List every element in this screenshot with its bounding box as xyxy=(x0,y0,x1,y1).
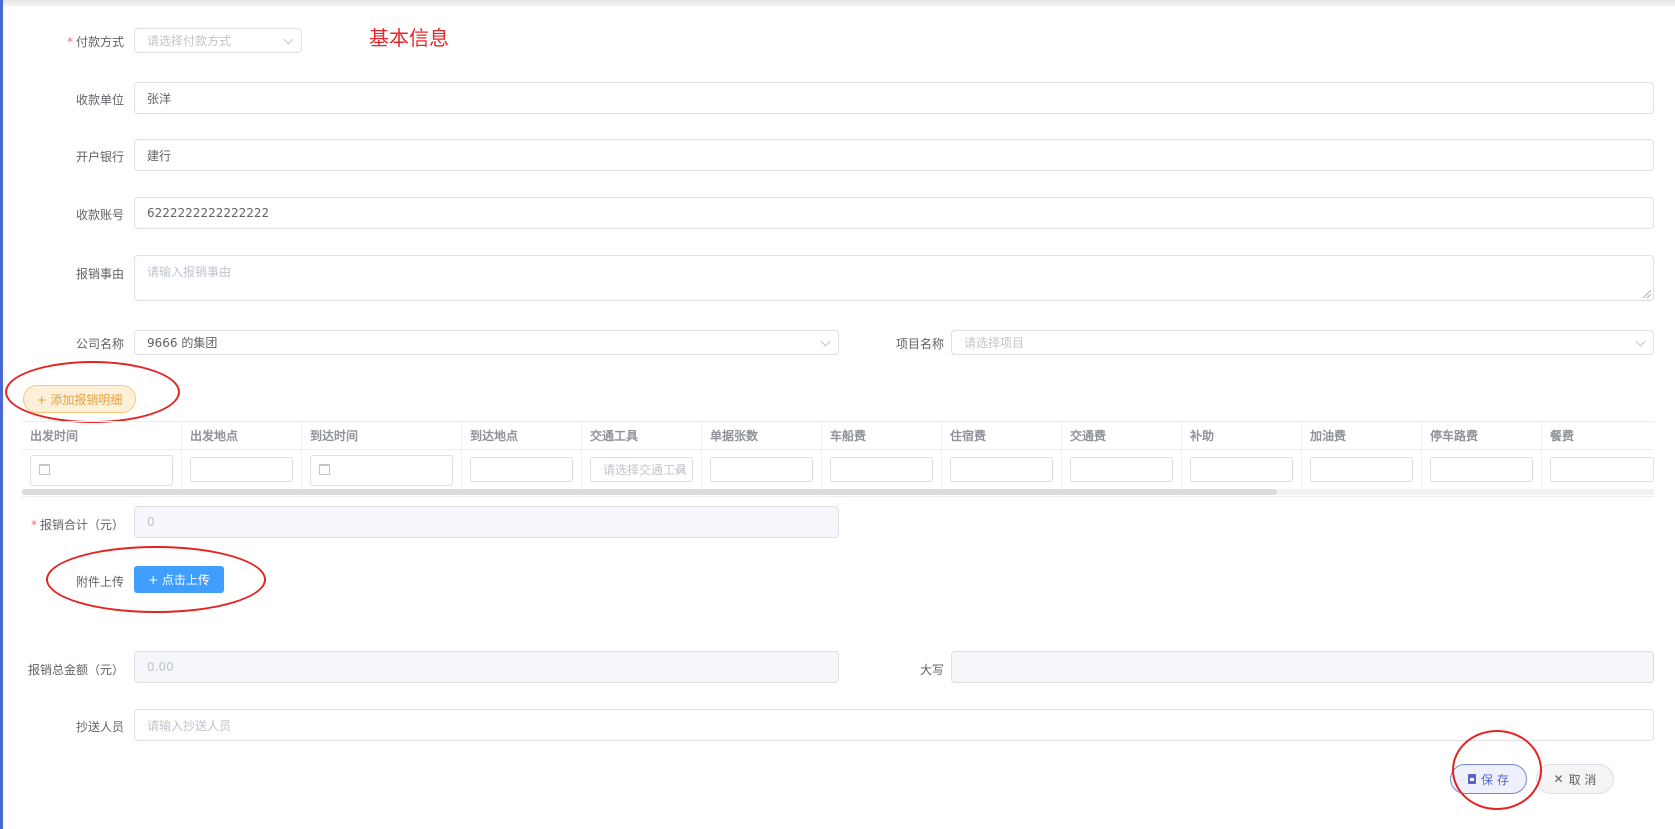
payment-method-label: * 付款方式 xyxy=(66,35,124,49)
add-detail-button[interactable]: + 添加报销明细 xyxy=(23,385,136,413)
departure-time-picker[interactable] xyxy=(30,455,173,486)
transport-fee-input[interactable] xyxy=(1070,457,1173,482)
fare-input[interactable] xyxy=(830,457,933,482)
column-header: 交通费 xyxy=(1062,421,1182,449)
payment-method-select[interactable]: 请选择付款方式 xyxy=(134,28,302,53)
lodging-input[interactable] xyxy=(950,457,1053,482)
table-cell xyxy=(22,449,182,489)
table-cell xyxy=(1542,449,1654,489)
project-select[interactable]: 请选择项目 xyxy=(951,330,1654,355)
project-placeholder: 请选择项目 xyxy=(964,336,1025,350)
cancel-label: 取 消 xyxy=(1568,772,1597,787)
subsidy-input[interactable] xyxy=(1190,457,1293,482)
detail-table: 出发时间 出发地点 到达时间 到达地点 交通工具 单据张数 车船费 住宿费 交通… xyxy=(22,421,1654,497)
table-cell xyxy=(462,449,582,489)
payee-label: 收款单位 xyxy=(75,93,124,107)
table-cell: 请选择交通工具 xyxy=(582,449,702,489)
resize-handle-icon[interactable] xyxy=(1643,290,1651,298)
table-scrollbar-thumb[interactable] xyxy=(22,489,1277,495)
cancel-button[interactable]: ✕ 取 消 xyxy=(1536,764,1614,794)
arrival-time-picker[interactable] xyxy=(310,455,453,486)
table-cell xyxy=(302,449,462,489)
column-header: 车船费 xyxy=(822,421,942,449)
total-value: 0 xyxy=(147,515,155,529)
column-header: 出发时间 xyxy=(22,421,182,449)
upload-button[interactable]: + 点击上传 xyxy=(134,566,224,593)
project-label: 项目名称 xyxy=(895,337,944,351)
fuel-input[interactable] xyxy=(1310,457,1413,482)
bank-input[interactable]: 建行 xyxy=(134,139,1654,171)
top-border xyxy=(3,0,1675,6)
total-label: * 报销合计（元） xyxy=(30,518,124,532)
transport-select[interactable]: 请选择交通工具 xyxy=(590,457,693,482)
parking-toll-input[interactable] xyxy=(1430,457,1533,482)
cc-input[interactable]: 请输入抄送人员 xyxy=(134,709,1654,741)
chevron-down-icon xyxy=(1635,336,1646,347)
column-header: 交通工具 xyxy=(582,421,702,449)
arrival-place-input[interactable] xyxy=(470,457,573,482)
table-cell xyxy=(1422,449,1542,489)
attachment-label: 附件上传 xyxy=(75,575,124,589)
close-icon: ✕ xyxy=(1553,772,1564,786)
company-select[interactable]: 9666 的集团 xyxy=(134,330,839,355)
left-border xyxy=(0,0,3,829)
bank-value: 建行 xyxy=(147,148,172,163)
company-value: 9666 的集团 xyxy=(147,336,218,350)
document-icon xyxy=(1468,774,1477,784)
account-label: 收款账号 xyxy=(75,208,124,222)
calendar-icon xyxy=(319,464,330,475)
page: * 付款方式 请选择付款方式 基本信息 收款单位 张洋 开户银行 建行 收款账号 … xyxy=(0,0,1675,829)
column-header: 餐费 xyxy=(1542,421,1654,449)
column-header: 停车路费 xyxy=(1422,421,1542,449)
column-header: 补助 xyxy=(1182,421,1302,449)
payee-value: 张洋 xyxy=(147,91,172,106)
capital-label: 大写 xyxy=(919,663,944,677)
meal-input[interactable] xyxy=(1550,457,1654,482)
grand-total-input: 0.00 xyxy=(134,651,839,683)
section-title: 基本信息 xyxy=(369,26,449,50)
reason-textarea[interactable]: 请输入报销事由 xyxy=(134,255,1654,301)
column-header: 加油费 xyxy=(1302,421,1422,449)
company-label: 公司名称 xyxy=(75,337,124,351)
column-header: 出发地点 xyxy=(182,421,302,449)
account-value: 6222222222222222 xyxy=(147,206,270,220)
total-input: 0 xyxy=(134,506,839,538)
column-header: 单据张数 xyxy=(702,421,822,449)
chevron-down-icon xyxy=(283,34,294,45)
capital-input xyxy=(951,651,1654,683)
payment-method-placeholder: 请选择付款方式 xyxy=(147,34,232,48)
table-cell xyxy=(1302,449,1422,489)
payee-input[interactable]: 张洋 xyxy=(134,82,1654,114)
table-cell xyxy=(942,449,1062,489)
column-header: 到达时间 xyxy=(302,421,462,449)
table-cell xyxy=(182,449,302,489)
calendar-icon xyxy=(39,464,50,475)
save-button[interactable]: 保 存 xyxy=(1450,764,1527,794)
table-cell xyxy=(1182,449,1302,489)
column-header: 住宿费 xyxy=(942,421,1062,449)
grand-total-value: 0.00 xyxy=(147,660,174,674)
column-header: 到达地点 xyxy=(462,421,582,449)
account-input[interactable]: 6222222222222222 xyxy=(134,197,1654,229)
table-cell xyxy=(1062,449,1182,489)
table-cell xyxy=(822,449,942,489)
departure-place-input[interactable] xyxy=(190,457,293,482)
transport-placeholder: 请选择交通工具 xyxy=(603,463,688,477)
grand-total-label: 报销总金额（元） xyxy=(27,663,124,677)
bank-label: 开户银行 xyxy=(75,150,124,164)
reason-placeholder: 请输入报销事由 xyxy=(147,265,232,279)
receipt-count-input[interactable] xyxy=(710,457,813,482)
cc-placeholder: 请输入抄送人员 xyxy=(147,718,232,733)
save-label: 保 存 xyxy=(1481,772,1509,787)
reason-label: 报销事由 xyxy=(75,267,124,281)
cc-label: 抄送人员 xyxy=(75,720,124,734)
table-cell xyxy=(702,449,822,489)
chevron-down-icon xyxy=(820,336,831,347)
